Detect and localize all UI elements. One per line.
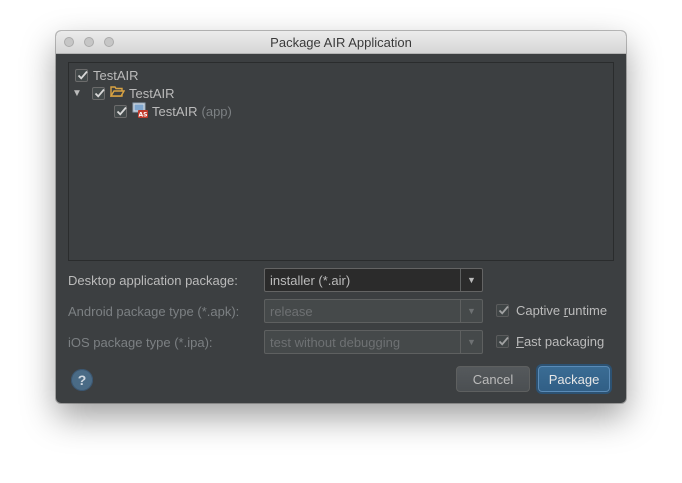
expand-arrow-icon[interactable]: ▼	[72, 88, 84, 99]
tree-item-app[interactable]: AS TestAIR (app)	[114, 102, 232, 120]
module-tree: TestAIR ▼ TestAIR AS TestAIR (app)	[68, 62, 614, 261]
tree-item-module[interactable]: ▼ TestAIR	[72, 84, 175, 102]
android-package-value: release	[270, 303, 313, 319]
tree-item-app-label: TestAIR	[152, 103, 198, 119]
captive-runtime-checkbox[interactable]	[496, 304, 509, 317]
tree-item-app-suffix: (app)	[201, 103, 232, 119]
desktop-package-label: Desktop application package:	[68, 273, 238, 288]
captive-runtime-option[interactable]: Captive runtime	[496, 303, 607, 318]
ios-package-value: test without debugging	[270, 334, 401, 350]
tree-item-module-label: TestAIR	[129, 85, 175, 101]
chevron-down-icon[interactable]: ▼	[460, 331, 482, 353]
fast-packaging-label: Fast packaging	[516, 334, 605, 349]
module-folder-icon	[109, 85, 126, 101]
captive-runtime-label: Captive runtime	[516, 303, 608, 318]
package-air-dialog: Package AIR Application TestAIR ▼ TestAI…	[56, 31, 626, 403]
root-checkbox[interactable]	[75, 68, 88, 82]
fast-packaging-checkbox[interactable]	[496, 335, 509, 348]
svg-text:AS: AS	[139, 111, 148, 117]
chevron-down-icon[interactable]: ▼	[460, 300, 482, 322]
ios-package-label: iOS package type (*.ipa):	[68, 335, 213, 350]
air-app-icon: AS	[132, 102, 148, 121]
package-button[interactable]: Package	[538, 366, 610, 392]
title-bar: Package AIR Application	[56, 31, 626, 54]
chevron-down-icon[interactable]: ▼	[460, 269, 482, 291]
module-checkbox[interactable]	[92, 86, 105, 100]
desktop-package-select[interactable]: installer (*.air) ▼	[264, 268, 483, 292]
android-package-label: Android package type (*.apk):	[68, 304, 240, 319]
fast-packaging-option[interactable]: Fast packaging	[496, 334, 604, 349]
cancel-button[interactable]: Cancel	[456, 366, 530, 392]
app-checkbox[interactable]	[114, 104, 127, 118]
android-package-select[interactable]: release ▼	[264, 299, 483, 323]
window-title: Package AIR Application	[270, 35, 412, 50]
ios-package-select[interactable]: test without debugging ▼	[264, 330, 483, 354]
help-icon[interactable]: ?	[71, 369, 93, 391]
tree-item-root[interactable]: TestAIR	[75, 66, 139, 84]
desktop-package-value: installer (*.air)	[270, 272, 351, 288]
tree-item-root-label: TestAIR	[93, 67, 139, 83]
